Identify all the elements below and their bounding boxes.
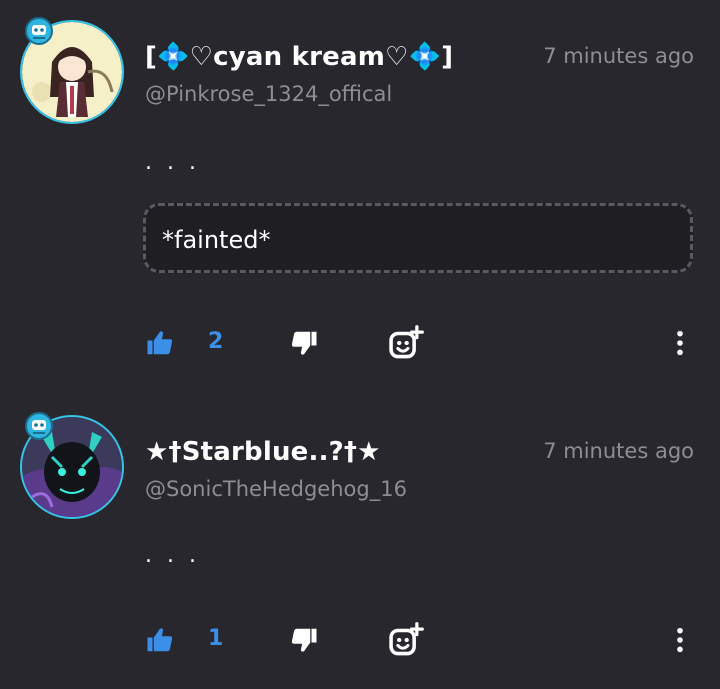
add-reaction-icon (389, 622, 424, 656)
more-options-button[interactable] (660, 620, 700, 660)
avatar-container[interactable] (20, 17, 124, 124)
level-badge-icon (24, 411, 54, 441)
comment-item: [💠♡cyan kream♡💠] @Pinkrose_1324_offical … (0, 0, 720, 380)
quoted-reply-text: *fainted* (162, 226, 271, 254)
dislike-button[interactable] (284, 323, 324, 363)
comment-action-bar: 1 (0, 620, 720, 660)
thumbs-up-icon (147, 628, 173, 652)
comment-text: . . . (145, 543, 200, 568)
thumbs-down-icon (291, 628, 317, 652)
dislike-button[interactable] (284, 620, 324, 660)
level-badge-icon (24, 16, 54, 46)
avatar-container[interactable] (20, 412, 124, 519)
like-button[interactable] (140, 620, 180, 660)
add-reaction-icon (389, 325, 424, 359)
comment-action-bar: 2 (0, 323, 720, 363)
quoted-reply-box: *fainted* (143, 203, 693, 273)
comment-item: ★†Starblue..?†★ @SonicTheHedgehog_16 7 m… (0, 395, 720, 689)
like-count: 1 (208, 626, 224, 651)
user-handle[interactable]: @Pinkrose_1324_offical (145, 82, 392, 106)
comments-page: [💠♡cyan kream♡💠] @Pinkrose_1324_offical … (0, 0, 720, 689)
like-button[interactable] (140, 323, 180, 363)
thumbs-down-icon (291, 331, 317, 355)
more-vertical-icon (677, 627, 683, 653)
more-options-button[interactable] (660, 323, 700, 363)
timestamp: 7 minutes ago (543, 44, 694, 68)
user-handle[interactable]: @SonicTheHedgehog_16 (145, 477, 407, 501)
username[interactable]: ★†Starblue..?†★ (145, 437, 381, 467)
thumbs-up-icon (147, 331, 173, 355)
username[interactable]: [💠♡cyan kream♡💠] (145, 42, 453, 72)
comment-text: . . . (145, 150, 200, 175)
more-vertical-icon (677, 330, 683, 356)
timestamp: 7 minutes ago (543, 439, 694, 463)
add-reaction-button[interactable] (386, 323, 426, 363)
like-count: 2 (208, 329, 224, 354)
add-reaction-button[interactable] (386, 620, 426, 660)
